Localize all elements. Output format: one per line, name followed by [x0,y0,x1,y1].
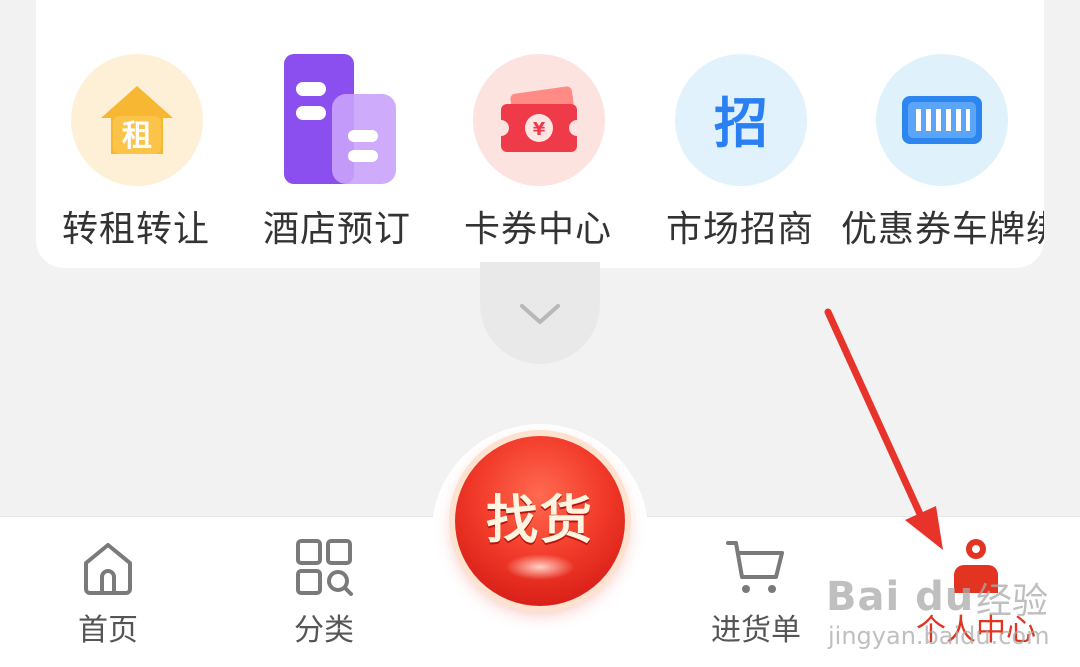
chevron-down-icon [520,304,560,324]
shortcut-label: 优惠券车牌绑 [841,209,1044,250]
find-goods-label: 找货 [485,491,594,551]
tab-home-label: 首页 [78,613,138,648]
expand-shortcuts-toggle[interactable] [480,262,600,364]
shortcut-grid: 租 转租转让 酒店预订 ¥ 卡券中心 招 市场招商 优惠券车牌绑 [36,0,1044,268]
tab-home[interactable]: 首页 [38,517,178,667]
watermark-logo: Bai du [826,574,975,620]
shortcut-hotel-booking[interactable]: 酒店预订 [237,40,437,250]
recruit-icon: 招 [675,54,807,186]
watermark: Bai du 经验 jingyan.baidu.com [826,570,1066,666]
watermark-suffix: 经验 [976,581,1049,622]
tab-purchase-list-label: 进货单 [711,613,801,648]
tab-category[interactable]: 分类 [254,517,394,667]
find-button-shine [505,554,575,580]
shortcut-market-recruit[interactable]: 招 市场招商 [640,40,840,250]
shortcut-coupon-plate-bind[interactable]: 优惠券车牌绑 [841,40,1044,250]
coupon-ticket-icon-text: ¥ [533,119,546,140]
shortcut-coupon-center[interactable]: ¥ 卡券中心 [438,40,638,250]
shortcut-label: 转租转让 [61,209,210,250]
tab-purchase-list[interactable]: 进货单 [686,517,826,667]
recruit-icon-text: 招 [714,92,768,155]
find-goods-button[interactable]: 找货 [455,436,625,606]
quick-access-card: 租 转租转让 酒店预订 ¥ 卡券中心 招 市场招商 优惠券车牌绑 [36,0,1044,268]
shortcut-label: 卡券中心 [463,209,612,250]
house-rent-icon-text: 租 [122,119,152,154]
shortcut-sublet-transfer[interactable]: 租 转租转让 [36,40,236,250]
shopping-cart-icon [726,541,784,593]
shortcut-label: 市场招商 [665,209,814,250]
watermark-url: jingyan.baidu.com [828,622,1050,650]
coupon-ticket-icon: ¥ [473,54,605,186]
house-rent-icon: 租 [71,54,203,186]
category-grid-icon [296,539,353,596]
home-icon [84,543,132,595]
hotel-building-icon [272,54,404,186]
shortcut-label: 酒店预订 [262,209,411,250]
license-plate-icon [876,54,1008,186]
tab-category-label: 分类 [294,613,354,648]
